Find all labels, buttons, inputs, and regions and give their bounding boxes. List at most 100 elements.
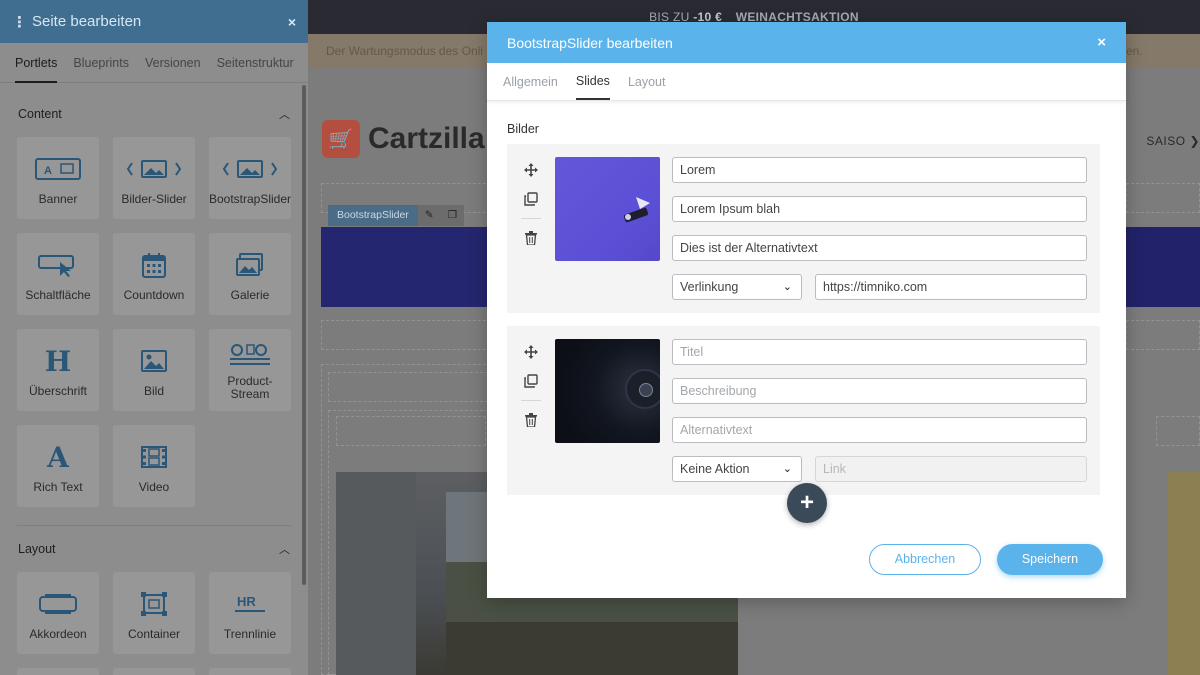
- slide-link-input[interactable]: https://timniko.com: [815, 274, 1087, 300]
- portlet-bilder-slider[interactable]: Bilder-Slider: [113, 137, 195, 219]
- image-preview-edge: [1168, 472, 1200, 675]
- dropzone: [1156, 416, 1200, 446]
- slide-alt-text-input[interactable]: Alternativtext: [672, 417, 1087, 443]
- tab-layout[interactable]: Layout: [628, 63, 666, 100]
- trash-icon[interactable]: [521, 410, 541, 430]
- tab-versionen[interactable]: Versionen: [145, 43, 201, 83]
- portlet-bild[interactable]: Bild: [113, 329, 195, 411]
- portlet-rich-text[interactable]: A Rich Text: [17, 425, 99, 507]
- thumbnail-object: [623, 197, 650, 223]
- cart-logo-icon: 🛒: [322, 120, 360, 158]
- slide-thumbnail[interactable]: [555, 339, 660, 443]
- nav-saison[interactable]: SAISO ❯: [1146, 134, 1200, 148]
- dropzone: [321, 320, 501, 350]
- rich-text-icon: A: [47, 440, 69, 474]
- portlet-trennlinie[interactable]: HR Trennlinie: [209, 572, 291, 654]
- move-icon[interactable]: [521, 342, 541, 362]
- portlet-akkordeon[interactable]: Akkordeon: [17, 572, 99, 654]
- sidebar-tabs: Portlets Blueprints Versionen Seitenstru…: [0, 43, 308, 83]
- sidebar-header: ⋮ Seite bearbeiten ×: [0, 0, 308, 43]
- slide-description-input[interactable]: Lorem Ipsum blah: [672, 196, 1087, 222]
- add-slide-button[interactable]: +: [787, 483, 827, 523]
- portlet-label: Rich Text: [33, 480, 83, 494]
- copy-icon[interactable]: [521, 189, 541, 209]
- image-icon: [141, 341, 167, 381]
- portlet-label: Schaltfläche: [25, 288, 91, 302]
- slide-action-select[interactable]: Keine Aktion ⌄: [672, 456, 802, 482]
- slide-tools: [521, 342, 541, 439]
- slide-thumbnail[interactable]: [555, 157, 660, 261]
- portlet-tile-partial[interactable]: [113, 668, 195, 675]
- gallery-icon: [236, 245, 264, 285]
- calendar-icon: [142, 245, 166, 285]
- modal-tabs: Allgemein Slides Layout: [487, 63, 1126, 101]
- portlet-label: Banner: [38, 192, 78, 206]
- edit-slider-modal: BootstrapSlider bearbeiten × Allgemein S…: [487, 22, 1126, 598]
- portlet-ueberschrift[interactable]: H Überschrift: [17, 329, 99, 411]
- section-header-layout[interactable]: Layout ︿: [0, 538, 308, 560]
- tab-slides[interactable]: Slides: [575, 63, 610, 100]
- film-icon: [141, 437, 167, 477]
- pencil-icon[interactable]: ✎: [417, 205, 441, 226]
- sidebar-scrollbar[interactable]: [302, 85, 306, 585]
- tab-blueprints[interactable]: Blueprints: [73, 43, 129, 83]
- section-label: Layout: [18, 542, 56, 556]
- tab-allgemein[interactable]: Allgemein: [503, 63, 558, 100]
- portlet-countdown[interactable]: Countdown: [113, 233, 195, 315]
- slide-tools: [521, 160, 541, 257]
- copy-icon[interactable]: ❐: [440, 205, 465, 226]
- layout-portlet-grid: Akkordeon Container HR Trennlinie: [0, 560, 308, 675]
- close-icon[interactable]: ×: [288, 14, 296, 30]
- portlet-label: BootstrapSlider: [208, 192, 292, 206]
- portlet-product-stream[interactable]: Product- Stream: [209, 329, 291, 411]
- svg-text:HR: HR: [237, 594, 256, 609]
- portlet-tag-label: BootstrapSlider: [337, 209, 409, 221]
- portlet-label: Video: [138, 480, 170, 494]
- chevron-down-icon: ⌄: [782, 463, 792, 475]
- slide-action-select[interactable]: Verlinkung ⌄: [672, 274, 802, 300]
- slide-alt-text-input[interactable]: Dies ist der Alternativtext: [672, 235, 1087, 261]
- portlet-tile-partial[interactable]: [209, 668, 291, 675]
- modal-header: BootstrapSlider bearbeiten ×: [487, 22, 1126, 63]
- slide-description-input[interactable]: Beschreibung: [672, 378, 1087, 404]
- chevron-up-icon[interactable]: ︿: [279, 541, 290, 557]
- tab-portlets[interactable]: Portlets: [15, 43, 58, 83]
- slide-title-input[interactable]: Titel: [672, 339, 1087, 365]
- slide-item: Lorem Lorem Ipsum blah Dies ist der Alte…: [507, 144, 1100, 313]
- select-value: Verlinkung: [680, 280, 739, 294]
- bilder-label: Bilder: [507, 122, 539, 136]
- portlet-schaltflaeche[interactable]: Schaltfläche: [17, 233, 99, 315]
- portlet-label: Bild: [143, 384, 164, 398]
- portlet-video[interactable]: Video: [113, 425, 195, 507]
- portlet-tile-partial[interactable]: [17, 668, 99, 675]
- tab-seitenstruktur[interactable]: Seitenstruktur: [217, 43, 294, 83]
- button-cursor-icon: [38, 245, 78, 285]
- portlet-galerie[interactable]: Galerie: [209, 233, 291, 315]
- slide-link-input[interactable]: Link: [815, 456, 1087, 482]
- sidebar: ⋮ Seite bearbeiten × Portlets Blueprints…: [0, 0, 308, 675]
- slide-title-input[interactable]: Lorem: [672, 157, 1087, 183]
- portlet-label: Countdown: [123, 288, 185, 302]
- portlet-container[interactable]: Container: [113, 572, 195, 654]
- save-button[interactable]: Speichern: [997, 544, 1103, 575]
- portlet-toolbar: BootstrapSlider ✎ ❐: [328, 205, 465, 226]
- thumbnail-object: [625, 369, 660, 409]
- move-icon[interactable]: [521, 160, 541, 180]
- trash-icon[interactable]: [521, 228, 541, 248]
- logo[interactable]: 🛒 Cartzilla: [322, 120, 485, 158]
- close-icon[interactable]: ×: [1097, 34, 1106, 51]
- chevron-down-icon: ⌄: [782, 281, 792, 293]
- portlet-banner[interactable]: A Banner: [17, 137, 99, 219]
- maintenance-tail: en.: [1126, 44, 1143, 58]
- content-portlet-grid: A Banner Bilder-Slider BootstrapSlider S…: [0, 125, 308, 507]
- portlet-label: Überschrift: [28, 384, 87, 398]
- nav-saison-label: SAISO: [1146, 134, 1186, 148]
- portlet-bootstrapslider[interactable]: BootstrapSlider: [209, 137, 291, 219]
- chevron-up-icon[interactable]: ︿: [279, 106, 290, 122]
- section-header-content[interactable]: Content ︿: [0, 103, 308, 125]
- cancel-button[interactable]: Abbrechen: [869, 544, 981, 575]
- select-value: Keine Aktion: [680, 462, 750, 476]
- drag-handle-icon[interactable]: ⋮: [12, 13, 27, 31]
- copy-icon[interactable]: [521, 371, 541, 391]
- banner-icon: A: [35, 149, 81, 189]
